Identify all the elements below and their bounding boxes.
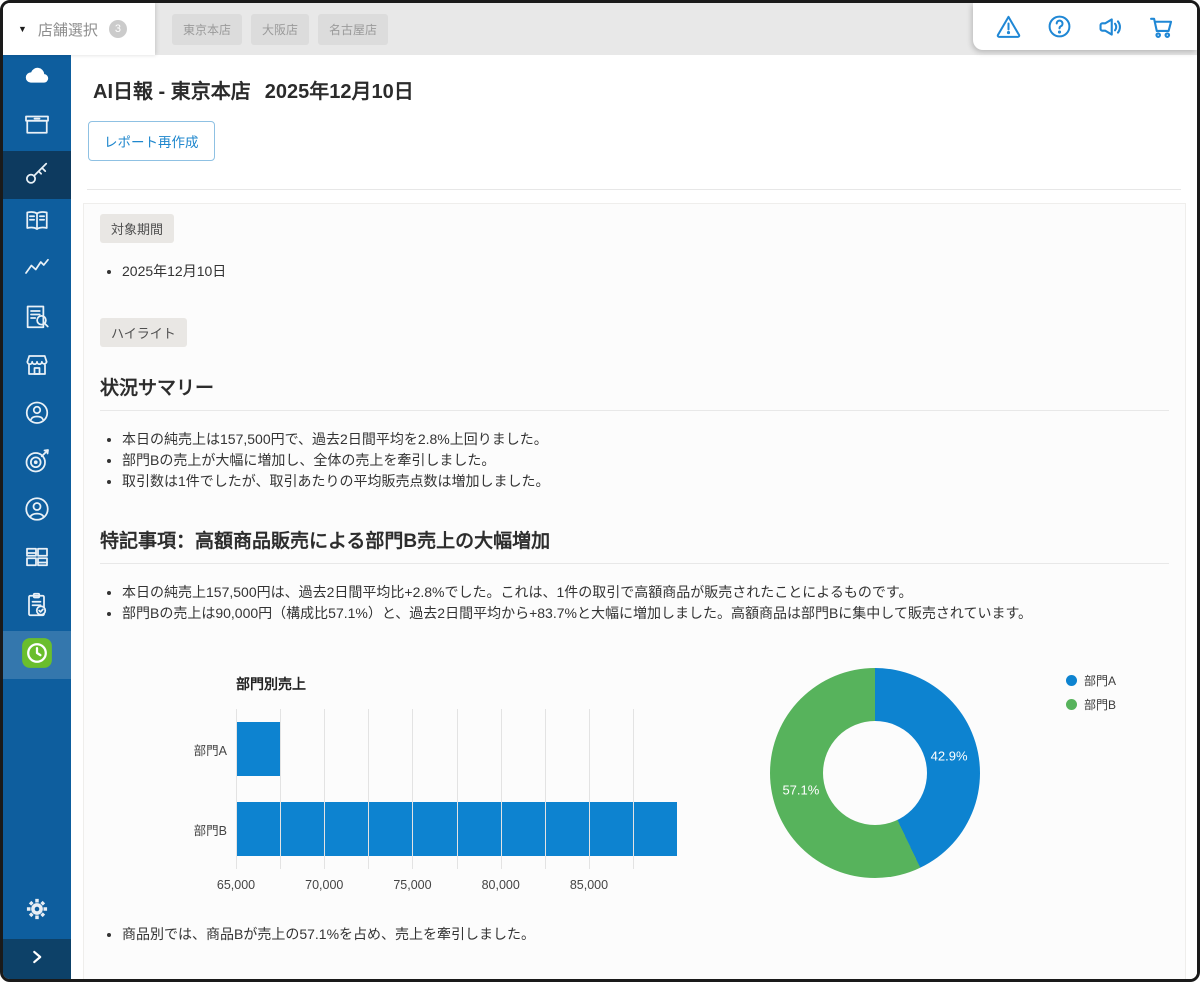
storage-box-icon [22, 110, 52, 145]
sidebar [3, 55, 71, 979]
cloud-icon [22, 62, 52, 97]
announcement-icon[interactable] [1095, 12, 1125, 42]
special-bullet: 部門Bの売上は90,000円（構成比57.1%）と、過去2日間平均から+83.7… [122, 603, 1169, 624]
regenerate-report-button[interactable]: レポート再作成 [88, 121, 215, 161]
sidebar-item-shelf[interactable] [3, 535, 71, 583]
special-bullet: 本日の純売上157,500円は、過去2日間平均比+2.8%でした。これは、1件の… [122, 582, 1169, 603]
summary-bullet: 部門Bの売上が大幅に増加し、全体の売上を牽引しました。 [122, 450, 1169, 471]
gear-icon [24, 896, 50, 927]
summary-bullet: 本日の純売上は157,500円で、過去2日間平均を2.8%上回りました。 [122, 429, 1169, 450]
department-bar-chart: 部門別売上 部門A 部門B 65,00070,00075,00080,00085… [138, 674, 686, 898]
shelf-icon [22, 542, 52, 577]
closing-bullet-list: 商品別では、商品Bが売上の57.1%を占め、売上を牽引しました。 [100, 924, 1169, 945]
store-chip-tokyo[interactable]: 東京本店 [172, 14, 242, 45]
checklist-icon [22, 590, 52, 625]
customer-icon [22, 494, 52, 529]
store-selector-dropdown[interactable]: ▼ 店舗選択 3 [3, 3, 155, 55]
page-title: AI日報 - 東京本店2025年12月10日 [93, 75, 1181, 104]
bar-department-a [236, 722, 280, 776]
header-divider [87, 189, 1181, 190]
sidebar-item-manual[interactable] [3, 199, 71, 247]
legend-dot-blue [1066, 675, 1077, 686]
timecard-app-icon [20, 636, 54, 675]
highlight-tag: ハイライト [100, 318, 187, 347]
store-chip-nagoya[interactable]: 名古屋店 [318, 14, 388, 45]
trend-chart-icon [22, 254, 52, 289]
bar-category-a: 部門A [138, 709, 236, 789]
sidebar-item-customer[interactable] [3, 487, 71, 535]
closing-bullet: 商品別では、商品Bが売上の57.1%を占め、売上を牽引しました。 [122, 924, 1169, 945]
section-divider [100, 410, 1169, 411]
section-heading-summary: 状況サマリー [100, 373, 1169, 400]
help-icon[interactable] [1045, 12, 1075, 42]
key-icon [22, 158, 52, 193]
period-list: 2025年12月10日 [100, 261, 1169, 282]
sidebar-item-timecard[interactable] [3, 631, 71, 679]
chevron-right-icon [26, 946, 48, 973]
manual-book-icon [22, 206, 52, 241]
store-selector-label: 店舗選択 [38, 19, 98, 40]
report-date: 2025年12月10日 [265, 81, 414, 103]
app-window: 東京本店 大阪店 名古屋店 ▼ 店舗選択 3 [0, 0, 1200, 982]
store-chip-list: 東京本店 大阪店 名古屋店 [155, 3, 967, 55]
bar-plot: 65,00070,00075,00080,00085,000 [236, 709, 686, 898]
report-search-icon [22, 302, 52, 337]
sidebar-item-cloud[interactable] [3, 55, 71, 103]
department-donut-chart: 42.9%57.1% [770, 668, 980, 878]
legend-item-a: 部門A [1066, 672, 1116, 689]
charts-row: 部門別売上 部門A 部門B 65,00070,00075,00080,00085… [138, 674, 1169, 898]
sidebar-item-target[interactable] [3, 439, 71, 487]
bar-x-axis: 65,00070,00075,00080,00085,000 [236, 878, 686, 898]
store-icon [22, 350, 52, 385]
sidebar-item-report[interactable] [3, 295, 71, 343]
topbar-actions [973, 3, 1197, 50]
legend-dot-green [1066, 699, 1077, 710]
sidebar-expand-button[interactable] [3, 939, 71, 979]
sidebar-item-analytics[interactable] [3, 247, 71, 295]
sidebar-item-key-active[interactable] [3, 151, 71, 199]
sidebar-item-store[interactable] [3, 343, 71, 391]
legend-item-b: 部門B [1066, 696, 1116, 713]
bar-chart-title: 部門別売上 [236, 674, 686, 694]
store-count-badge: 3 [109, 20, 127, 38]
sidebar-item-settings[interactable] [3, 891, 71, 931]
cart-icon[interactable] [1146, 12, 1176, 42]
sidebar-item-checklist[interactable] [3, 583, 71, 631]
target-icon [22, 446, 52, 481]
main-content: AI日報 - 東京本店2025年12月10日 レポート再作成 対象期間 2025… [71, 55, 1197, 979]
bar-row [236, 709, 686, 789]
bar-row [236, 789, 686, 869]
topbar: 東京本店 大阪店 名古屋店 ▼ 店舗選択 3 [3, 3, 1197, 55]
donut-legend: 部門A 部門B [1066, 672, 1116, 720]
report-card: 対象期間 2025年12月10日 ハイライト 状況サマリー 本日の純売上は157… [83, 203, 1186, 979]
period-tag: 対象期間 [100, 214, 174, 243]
section-heading-special: 特記事項：高額商品販売による部門B売上の大幅増加 [100, 526, 1169, 553]
caret-down-icon: ▼ [18, 24, 27, 34]
donut-ring: 42.9%57.1% [770, 668, 980, 878]
section-divider [100, 563, 1169, 564]
bar-category-b: 部門B [138, 789, 236, 869]
alert-icon[interactable] [994, 12, 1024, 42]
summary-bullet-list: 本日の純売上は157,500円で、過去2日間平均を2.8%上回りました。 部門B… [100, 429, 1169, 492]
store-chip-osaka[interactable]: 大阪店 [251, 14, 309, 45]
sidebar-item-membership[interactable] [3, 391, 71, 439]
summary-bullet: 取引数は1件でしたが、取引あたりの平均販売点数は増加しました。 [122, 471, 1169, 492]
sidebar-item-storage[interactable] [3, 103, 71, 151]
report-header: AI日報 - 東京本店2025年12月10日 レポート再作成 [71, 55, 1197, 190]
member-badge-icon [22, 398, 52, 433]
period-item: 2025年12月10日 [122, 261, 1169, 282]
bar-category-labels: 部門A 部門B [138, 709, 236, 898]
special-bullet-list: 本日の純売上157,500円は、過去2日間平均比+2.8%でした。これは、1件の… [100, 582, 1169, 624]
